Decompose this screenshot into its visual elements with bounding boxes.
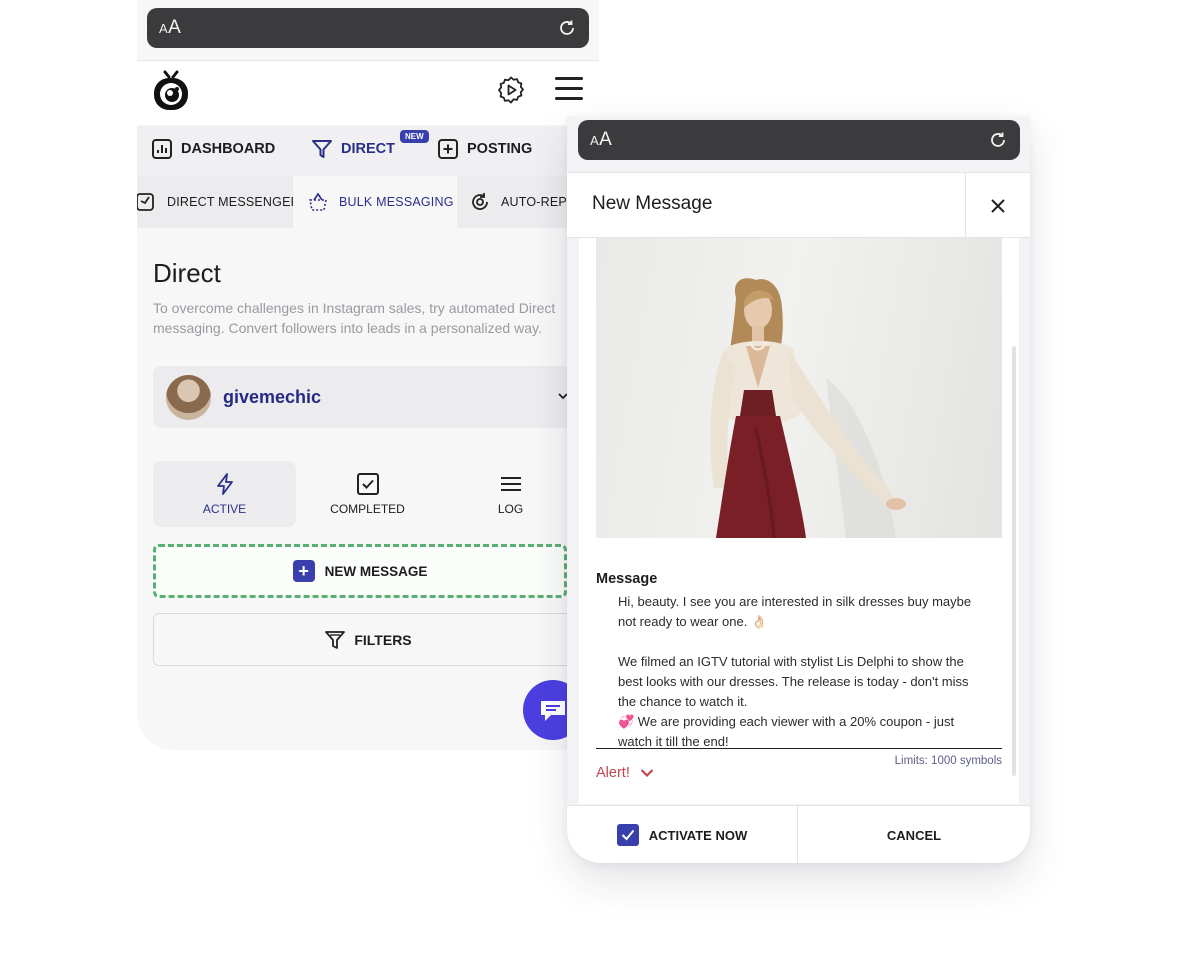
message-label: Message [596, 571, 658, 587]
chevron-down-icon [640, 769, 654, 778]
browser-address-bar[interactable]: AA [578, 120, 1020, 160]
tab-direct[interactable]: DIRECT [311, 138, 395, 160]
character-limit-text: Limits: 1000 symbols [894, 755, 1002, 767]
app-header [137, 60, 599, 125]
auto-reply-gear-icon [472, 193, 488, 210]
bulk-basket-icon [309, 192, 327, 211]
dashboard-chart-icon [152, 139, 172, 159]
hamburger-icon[interactable] [555, 77, 583, 103]
text-size-button[interactable]: AA [159, 17, 181, 39]
message-photo [596, 238, 1002, 538]
browser-address-bar[interactable]: AA [147, 8, 589, 48]
message-textarea[interactable]: Hi, beauty. I see you are interested in … [618, 592, 988, 752]
tab-posting[interactable]: POSTING [437, 138, 532, 160]
new-message-button[interactable]: + NEW MESSAGE [153, 544, 567, 598]
page-title: Direct [153, 258, 221, 288]
tab-completed[interactable]: COMPLETED [296, 461, 439, 527]
new-badge: NEW [400, 130, 429, 143]
account-name: givemechic [223, 386, 322, 407]
modal-footer: ACTIVATE NOW CANCEL [567, 805, 1030, 863]
checkbox-icon [356, 473, 379, 495]
modal-title: New Message [592, 193, 713, 214]
owl-logo-icon[interactable] [151, 68, 191, 112]
close-button[interactable] [965, 173, 1030, 238]
status-tab-bar: ACTIVE COMPLETED LOG [153, 461, 583, 527]
lightning-icon [216, 473, 233, 495]
tab-bulk-messaging[interactable]: BULK MESSAGING [293, 176, 457, 228]
scrollbar[interactable] [1012, 346, 1016, 776]
message-line [618, 632, 988, 652]
plus-icon: + [292, 560, 315, 582]
tab-log[interactable]: LOG [439, 461, 582, 527]
alert-toggle[interactable]: Alert! [596, 765, 654, 781]
reload-icon[interactable] [557, 18, 577, 38]
account-selector[interactable]: givemechic [153, 366, 583, 428]
main-tab-bar: DASHBOARD DIRECT NEW POSTING [137, 126, 599, 176]
checkbox-checked-icon [616, 824, 639, 846]
reload-icon[interactable] [988, 130, 1008, 150]
tab-active[interactable]: ACTIVE [153, 461, 296, 527]
avatar [166, 374, 211, 420]
page-description: To overcome challenges in Instagram sale… [153, 300, 556, 336]
modal-body: Message Hi, beauty. I see you are intere… [579, 238, 1019, 804]
close-icon [991, 198, 1005, 213]
message-line: Hi, beauty. I see you are interested in … [618, 594, 975, 629]
add-square-icon [438, 139, 458, 159]
cancel-button[interactable]: CANCEL [798, 806, 1030, 863]
new-message-modal-screen: AA New Message Message Hi, beauty. I see… [567, 116, 1030, 863]
message-line: 💞 We are providing each viewer with a 20… [618, 714, 958, 749]
message-line: We filmed an IGTV tutorial with stylist … [618, 654, 973, 709]
background-phone-screen: AA DASHBOARD DIRECT NEW POSTING DIRECT M… [137, 0, 599, 750]
tab-dashboard[interactable]: DASHBOARD [151, 138, 275, 160]
filters-button[interactable]: FILTERS [153, 613, 583, 666]
send-filter-icon [312, 140, 332, 158]
modal-header: New Message [567, 172, 1030, 238]
gear-play-icon[interactable] [496, 75, 526, 105]
tab-direct-messenger[interactable]: DIRECT MESSENGER [137, 176, 300, 228]
list-lines-icon [500, 477, 521, 491]
textarea-underline [596, 748, 1002, 749]
funnel-icon [325, 630, 346, 649]
activate-now-checkbox[interactable]: ACTIVATE NOW [567, 806, 798, 863]
messenger-icon [137, 193, 154, 211]
tab-auto-reply[interactable]: AUTO-REPL [469, 176, 574, 228]
chat-bubble-icon [541, 701, 565, 721]
sub-tab-bar: DIRECT MESSENGER BULK MESSAGING AUTO-REP… [137, 176, 599, 228]
text-size-button[interactable]: AA [590, 129, 612, 151]
